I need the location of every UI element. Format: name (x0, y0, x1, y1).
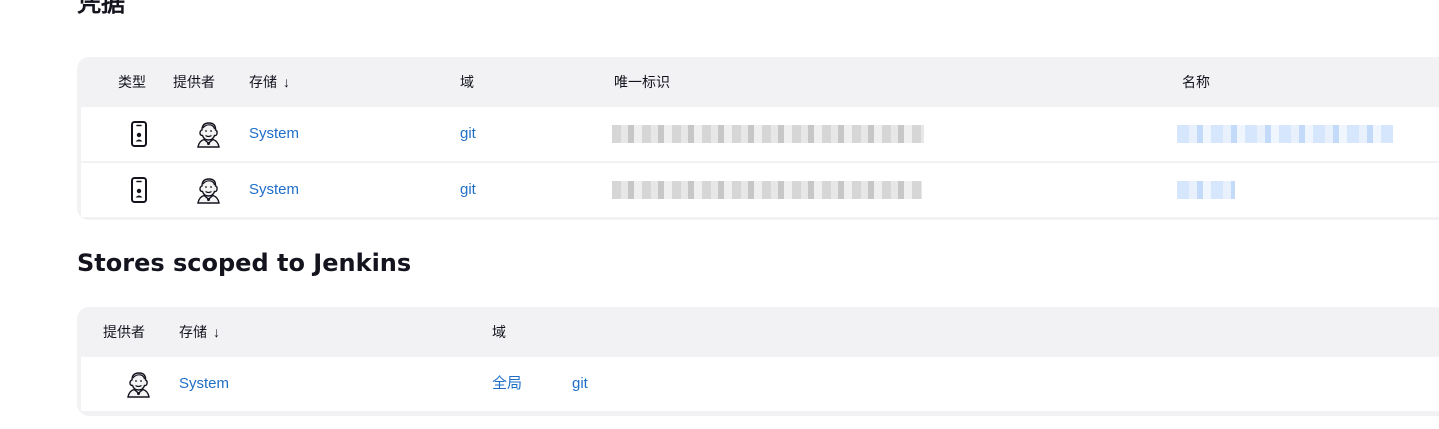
column-header-id: 唯一标识 (614, 74, 670, 90)
column-header-store-label: 存储 (179, 324, 207, 340)
column-header-name: 名称 (1182, 74, 1210, 90)
stores-table-header: 提供者 存储 ↓ 域 (77, 307, 1439, 357)
mobile-credential-icon (125, 120, 153, 148)
column-header-provider: 提供者 (103, 324, 145, 340)
table-row: System git (81, 107, 1439, 161)
column-header-domain: 域 (460, 74, 474, 90)
stores-title: Stores scoped to Jenkins (77, 249, 412, 277)
sort-down-arrow-icon: ↓ (213, 324, 220, 340)
mobile-credential-icon (125, 176, 153, 204)
column-header-domain: 域 (492, 324, 506, 340)
stores-table-body: System 全局 git (81, 357, 1439, 411)
column-header-store[interactable]: 存储 ↓ (249, 57, 290, 107)
column-header-store[interactable]: 存储 ↓ (179, 307, 220, 357)
jenkins-butler-icon (124, 370, 152, 398)
table-row: System git (81, 161, 1439, 217)
stores-table: 提供者 存储 ↓ 域 System 全局 git (77, 307, 1439, 416)
sort-down-arrow-icon: ↓ (283, 74, 290, 90)
redacted-credential-name[interactable] (1177, 125, 1393, 143)
store-link[interactable]: System (249, 107, 299, 161)
credentials-page: 凭据 类型 提供者 存储 ↓ 域 唯一标识 名称 System git Syste… (0, 0, 1439, 429)
domain-git-link[interactable]: git (572, 357, 588, 411)
store-link[interactable]: System (249, 163, 299, 217)
domain-global-link[interactable]: 全局 (492, 357, 522, 411)
table-row: System 全局 git (81, 357, 1439, 411)
domain-link[interactable]: git (460, 163, 476, 217)
column-header-provider: 提供者 (173, 74, 215, 90)
redacted-credential-name[interactable] (1177, 181, 1235, 199)
credentials-table: 类型 提供者 存储 ↓ 域 唯一标识 名称 System git System g… (77, 57, 1439, 220)
domain-link[interactable]: git (460, 107, 476, 161)
jenkins-butler-icon (194, 176, 222, 204)
redacted-credential-id[interactable] (612, 181, 922, 199)
jenkins-butler-icon (194, 120, 222, 148)
redacted-credential-id[interactable] (612, 125, 924, 143)
column-header-type: 类型 (118, 74, 146, 90)
page-title: 凭据 (77, 0, 125, 17)
credentials-table-header: 类型 提供者 存储 ↓ 域 唯一标识 名称 (77, 57, 1439, 107)
credentials-table-body: System git System git (81, 107, 1439, 217)
column-header-store-label: 存储 (249, 74, 277, 90)
store-link[interactable]: System (179, 357, 229, 411)
